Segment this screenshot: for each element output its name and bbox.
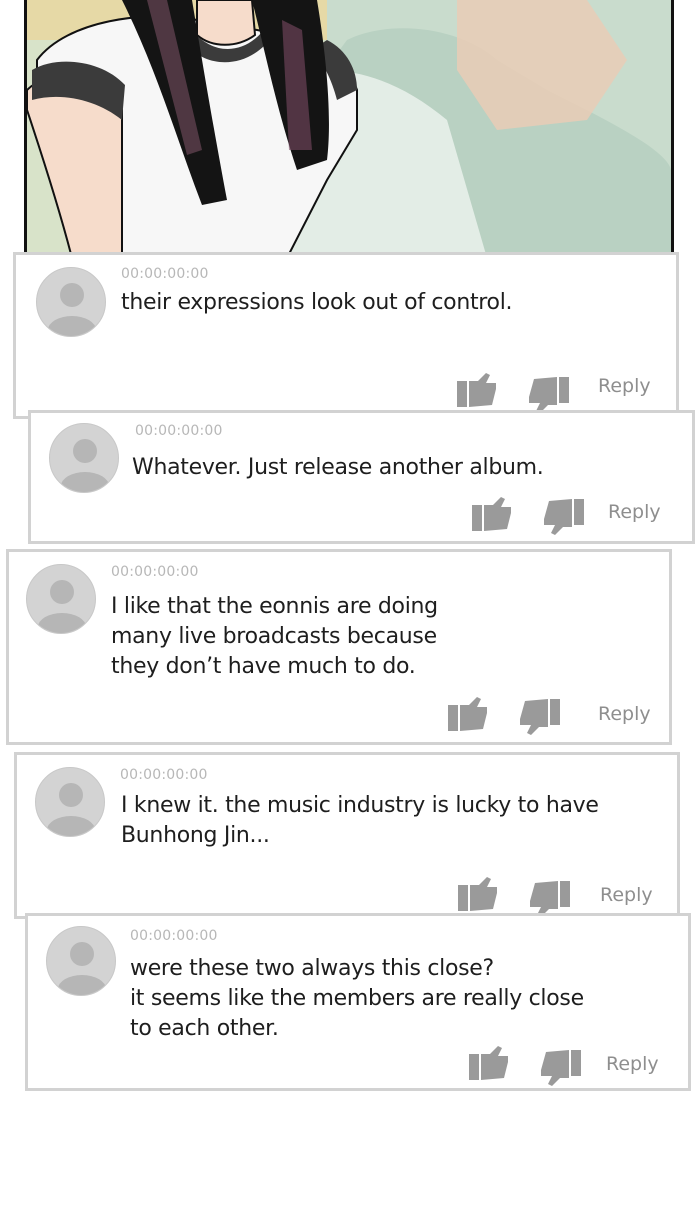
thumbs-down-icon[interactable] bbox=[540, 1048, 582, 1088]
thumbs-up-icon[interactable] bbox=[456, 371, 498, 411]
thumbs-up-icon[interactable] bbox=[447, 695, 489, 735]
comment-timestamp: 00:00:00:00 bbox=[135, 423, 223, 439]
default-user-avatar-icon[interactable] bbox=[36, 267, 106, 337]
thumbs-down-icon[interactable] bbox=[528, 375, 570, 415]
comment-timestamp: 00:00:00:00 bbox=[111, 564, 199, 580]
comment-card: 00:00:00:00 Whatever. Just release anoth… bbox=[28, 410, 695, 544]
thumbs-down-icon[interactable] bbox=[519, 697, 561, 737]
thumbs-up-icon[interactable] bbox=[457, 875, 499, 915]
thumbs-up-icon[interactable] bbox=[471, 495, 513, 535]
reply-button[interactable]: Reply bbox=[598, 375, 651, 397]
default-user-avatar-icon[interactable] bbox=[49, 423, 119, 493]
default-user-avatar-icon[interactable] bbox=[35, 767, 105, 837]
comic-artwork bbox=[27, 0, 671, 258]
comic-panel-illustration bbox=[24, 0, 674, 258]
comment-card: 00:00:00:00 I like that the eonnis are d… bbox=[6, 549, 672, 745]
comment-timestamp: 00:00:00:00 bbox=[121, 266, 209, 282]
thumbs-up-icon[interactable] bbox=[468, 1044, 510, 1084]
comment-text: were these two always this close? it see… bbox=[130, 956, 584, 1041]
comment-card: 00:00:00:00 I knew it. the music industr… bbox=[14, 752, 680, 919]
comment-card: 00:00:00:00 their expressions look out o… bbox=[13, 252, 679, 419]
comment-timestamp: 00:00:00:00 bbox=[120, 767, 208, 783]
comment-text: I like that the eonnis are doing many li… bbox=[111, 594, 438, 679]
comment-text: Whatever. Just release another album. bbox=[132, 455, 544, 480]
comment-timestamp: 00:00:00:00 bbox=[130, 928, 218, 944]
comment-text: their expressions look out of control. bbox=[121, 290, 513, 315]
thumbs-down-icon[interactable] bbox=[543, 497, 585, 537]
reply-button[interactable]: Reply bbox=[606, 1053, 659, 1075]
comment-card: 00:00:00:00 were these two always this c… bbox=[25, 913, 691, 1091]
reply-button[interactable]: Reply bbox=[598, 703, 651, 725]
reply-button[interactable]: Reply bbox=[608, 501, 661, 523]
reply-button[interactable]: Reply bbox=[600, 884, 653, 906]
comment-text: I knew it. the music industry is lucky t… bbox=[121, 793, 599, 848]
default-user-avatar-icon[interactable] bbox=[26, 564, 96, 634]
default-user-avatar-icon[interactable] bbox=[46, 926, 116, 996]
